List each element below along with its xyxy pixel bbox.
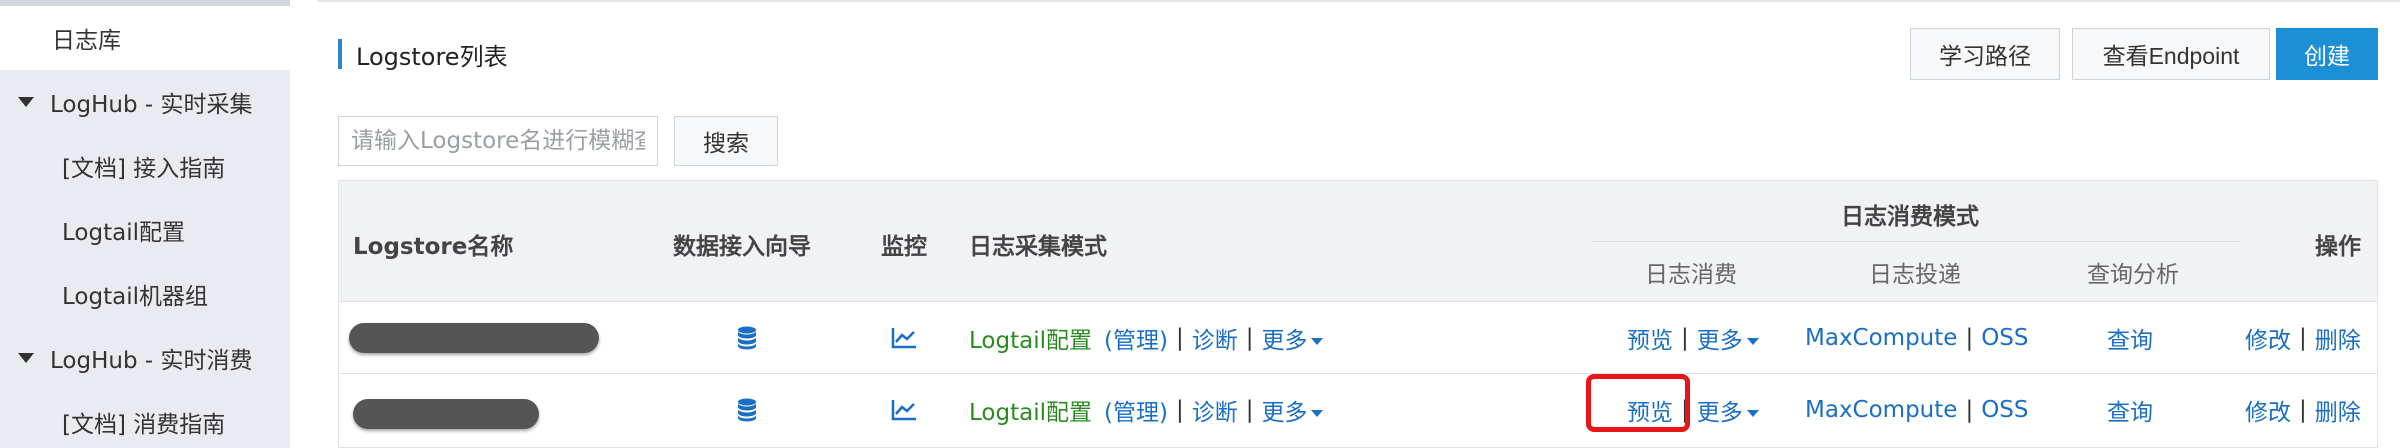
separator: | <box>1175 325 1184 351</box>
create-button[interactable]: 创建 <box>2276 28 2378 80</box>
database-icon[interactable] <box>737 302 757 374</box>
sidebar-item-label: LogHub - 实时消费 <box>50 348 253 374</box>
line-chart-icon[interactable] <box>891 302 917 374</box>
more-label: 更多 <box>1696 328 1743 354</box>
main-top-divider <box>318 0 2400 2</box>
preview-link[interactable]: 预览 <box>1627 321 1673 355</box>
column-header-wizard: 数据接入向导 <box>673 234 811 260</box>
sidebar-item-label: 日志库 <box>52 28 121 54</box>
sidebar-item-logtail-config[interactable]: Logtail配置 <box>0 198 290 262</box>
header-group-divider <box>1591 241 2241 242</box>
sidebar-item-loghub-collect[interactable]: LogHub - 实时采集 <box>0 70 290 134</box>
line-chart-icon[interactable] <box>891 374 917 446</box>
sidebar-item-label: Logtail机器组 <box>62 284 208 310</box>
table-row: Logtail配置 (管理) | 诊断 | 更多 预览 | 更多 MaxComp… <box>339 373 2377 445</box>
logstore-table: Logstore名称 数据接入向导 监控 日志采集模式 日志消费模式 日志消费 … <box>338 180 2378 448</box>
more-dropdown[interactable]: 更多 <box>1261 321 1324 355</box>
diagnose-link[interactable]: 诊断 <box>1192 393 1238 427</box>
separator: | <box>1965 325 1974 351</box>
column-header-collect-mode: 日志采集模式 <box>969 234 1107 260</box>
logstore-name-redacted <box>349 302 599 374</box>
triangle-down-icon <box>18 97 34 107</box>
more-dropdown[interactable]: 更多 <box>1261 393 1324 427</box>
logtail-config-link[interactable]: Logtail配置 <box>969 393 1092 427</box>
sidebar-item-access-guide[interactable]: [文档] 接入指南 <box>0 134 290 198</box>
separator: | <box>1245 397 1254 423</box>
sidebar-item-label: Logtail配置 <box>62 220 185 246</box>
logstore-search-input[interactable] <box>338 116 658 166</box>
query-cell: 查询 <box>2107 302 2153 374</box>
column-header-consume: 日志消费 <box>1645 262 1737 288</box>
more-label: 更多 <box>1261 328 1308 354</box>
database-icon[interactable] <box>737 374 757 446</box>
separator: | <box>1681 325 1689 351</box>
caret-down-icon <box>1311 338 1324 345</box>
collect-mode-cell: Logtail配置 (管理) | 诊断 | 更多 <box>969 374 1324 446</box>
oss-link[interactable]: OSS <box>1981 397 2028 423</box>
maxcompute-link[interactable]: MaxCompute <box>1805 397 1957 423</box>
separator: | <box>2299 325 2307 351</box>
query-link[interactable]: 查询 <box>2107 321 2153 355</box>
column-header-monitor: 监控 <box>881 234 927 260</box>
delete-link[interactable]: 删除 <box>2315 321 2361 355</box>
oss-link[interactable]: OSS <box>1981 325 2028 351</box>
column-header-consume-mode: 日志消费模式 <box>1841 204 1979 230</box>
caret-down-icon <box>1746 338 1759 345</box>
sidebar-item-label: LogHub - 实时采集 <box>50 92 253 118</box>
search-button[interactable]: 搜索 <box>674 116 778 166</box>
column-header-actions: 操作 <box>2315 234 2361 260</box>
logstore-name-redacted <box>353 378 539 448</box>
triangle-down-icon <box>18 353 34 363</box>
more-label: 更多 <box>1261 400 1308 426</box>
redaction-bar <box>353 399 539 429</box>
column-header-ship: 日志投递 <box>1869 262 1961 288</box>
view-endpoint-button[interactable]: 查看Endpoint <box>2072 28 2270 80</box>
sidebar-item-consume-guide[interactable]: [文档] 消费指南 <box>0 390 290 448</box>
sidebar-item-label: [文档] 接入指南 <box>62 156 226 182</box>
sidebar-item-logtail-machine-group[interactable]: Logtail机器组 <box>0 262 290 326</box>
table-header: Logstore名称 数据接入向导 监控 日志采集模式 日志消费模式 日志消费 … <box>339 181 2377 301</box>
page-title: Logstore列表 <box>356 42 508 71</box>
preview-highlight-box <box>1586 374 1690 432</box>
caret-down-icon <box>1746 410 1759 417</box>
sidebar-item-logstores[interactable]: 日志库 <box>0 6 290 70</box>
manage-link[interactable]: (管理) <box>1104 393 1168 427</box>
ship-cell: MaxCompute | OSS <box>1805 374 2029 446</box>
actions-cell: 修改 | 删除 <box>2245 374 2361 446</box>
consume-more-dropdown[interactable]: 更多 <box>1697 321 1759 355</box>
actions-cell: 修改 | 删除 <box>2245 302 2361 374</box>
consume-more-dropdown[interactable]: 更多 <box>1697 393 1759 427</box>
separator: | <box>1175 397 1184 423</box>
redaction-bar <box>349 323 599 353</box>
title-accent-bar <box>338 39 342 69</box>
more-label: 更多 <box>1696 400 1743 426</box>
maxcompute-link[interactable]: MaxCompute <box>1805 325 1957 351</box>
consume-cell: 预览 | 更多 <box>1627 302 1759 374</box>
query-cell: 查询 <box>2107 374 2153 446</box>
sidebar: 日志库 LogHub - 实时采集 [文档] 接入指南 Logtail配置 Lo… <box>0 0 290 448</box>
logtail-config-link[interactable]: Logtail配置 <box>969 321 1092 355</box>
column-header-name: Logstore名称 <box>353 234 514 260</box>
delete-link[interactable]: 删除 <box>2315 393 2361 427</box>
column-header-query: 查询分析 <box>2087 262 2179 288</box>
diagnose-link[interactable]: 诊断 <box>1192 321 1238 355</box>
separator: | <box>1965 397 1974 423</box>
table-row: Logtail配置 (管理) | 诊断 | 更多 预览 | 更多 MaxComp… <box>339 301 2377 373</box>
collect-mode-cell: Logtail配置 (管理) | 诊断 | 更多 <box>969 302 1324 374</box>
separator: | <box>1245 325 1254 351</box>
separator: | <box>2299 397 2307 423</box>
query-link[interactable]: 查询 <box>2107 393 2153 427</box>
caret-down-icon <box>1311 410 1324 417</box>
edit-link[interactable]: 修改 <box>2245 393 2291 427</box>
sidebar-item-label: [文档] 消费指南 <box>62 412 226 438</box>
sidebar-item-loghub-consume[interactable]: LogHub - 实时消费 <box>0 326 290 390</box>
learning-path-button[interactable]: 学习路径 <box>1910 28 2060 80</box>
ship-cell: MaxCompute | OSS <box>1805 302 2029 374</box>
edit-link[interactable]: 修改 <box>2245 321 2291 355</box>
page-title-wrap: Logstore列表 <box>338 38 508 71</box>
manage-link[interactable]: (管理) <box>1104 321 1168 355</box>
